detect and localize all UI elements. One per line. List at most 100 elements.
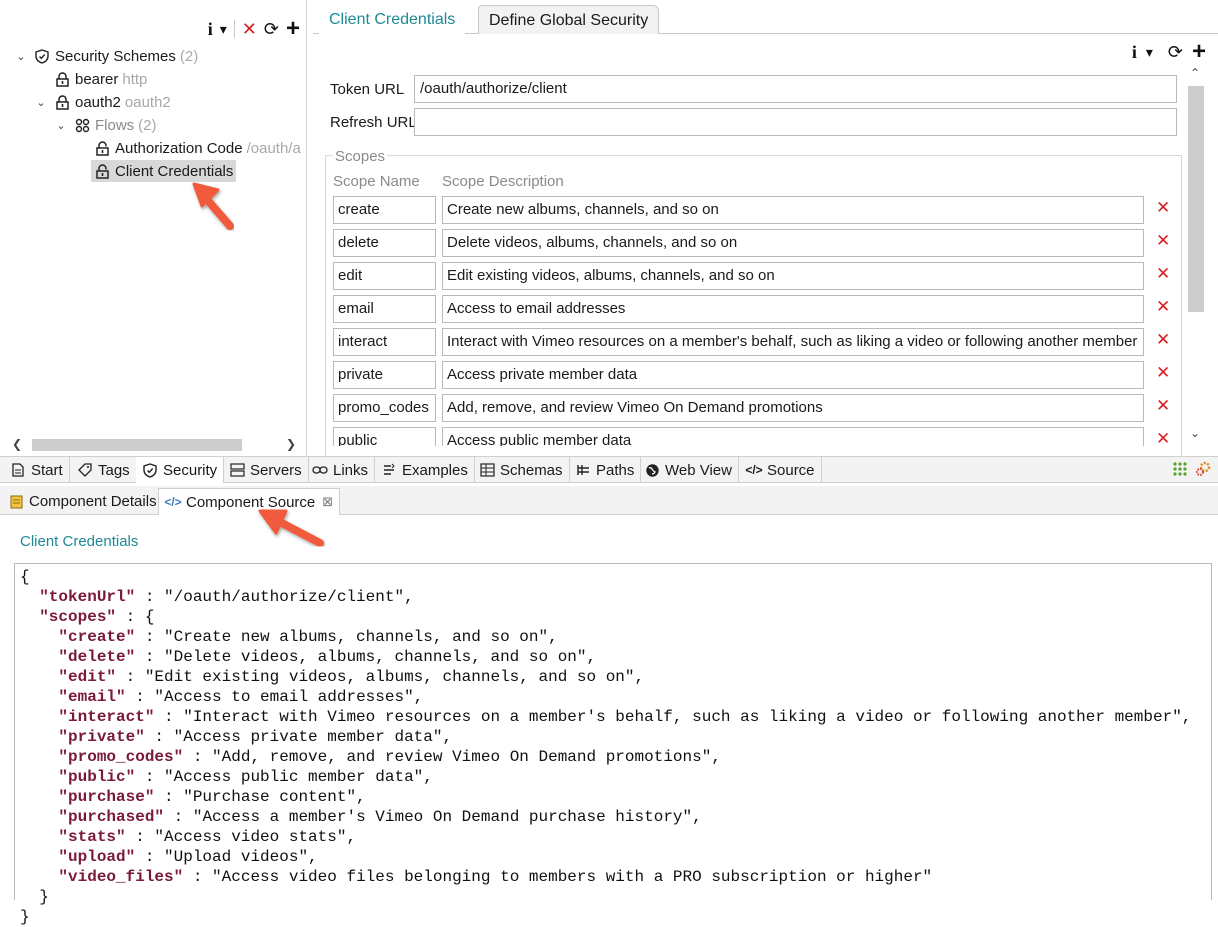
code-icon: </> (745, 463, 763, 477)
view-tab-strip: Component Details </> Component Source ⊠ (0, 486, 1218, 515)
shield-icon (34, 48, 50, 64)
json-key: "create" (58, 628, 136, 646)
shield-icon (142, 462, 158, 478)
paths-icon (575, 462, 591, 478)
tree-item-bearer[interactable]: bearer http (54, 68, 147, 90)
scope-description-input[interactable]: Access to email addresses (442, 295, 1144, 323)
scope-name-input[interactable]: interact (333, 328, 436, 356)
link-icon (312, 462, 328, 478)
tab-component-details[interactable]: Component Details (2, 488, 163, 515)
tree-item-flows[interactable]: ⌄ Flows (2) (54, 114, 156, 136)
document-icon (10, 462, 26, 478)
add-icon[interactable]: + (1192, 40, 1206, 64)
scope-description-input[interactable]: Edit existing videos, albums, channels, … (442, 262, 1144, 290)
tree-item-type: oauth2 (124, 93, 171, 111)
tab-label: Source (767, 461, 815, 479)
scrollbar-thumb[interactable] (1188, 86, 1204, 312)
json-key: "public" (58, 768, 136, 786)
delete-scope-icon[interactable]: ✕ (1156, 198, 1170, 218)
delete-scope-icon[interactable]: ✕ (1156, 429, 1170, 446)
grid-view-icon[interactable] (1172, 461, 1190, 479)
json-key: "upload" (58, 848, 136, 866)
tree-horizontal-scrollbar[interactable]: ❮ ❯ (10, 436, 300, 454)
expand-chevron-icon[interactable]: ⌄ (34, 96, 48, 109)
scroll-right-icon[interactable]: ❯ (286, 437, 296, 451)
unlock-icon (94, 140, 110, 156)
delete-scope-icon[interactable]: ✕ (1156, 330, 1170, 350)
scroll-left-icon[interactable]: ❮ (12, 437, 22, 451)
delete-scope-icon[interactable]: ✕ (1156, 396, 1170, 416)
scope-name-input[interactable]: private (333, 361, 436, 389)
delete-scope-icon[interactable]: ✕ (1156, 297, 1170, 317)
expand-chevron-icon[interactable]: ⌄ (54, 119, 68, 132)
json-key: "video_files" (58, 868, 184, 886)
scope-description-input[interactable]: Delete videos, albums, channels, and so … (442, 229, 1144, 257)
close-tab-icon[interactable]: ⊠ (322, 494, 333, 510)
tab-source[interactable]: </> Source (740, 457, 822, 483)
tab-tags[interactable]: Tags (71, 457, 137, 483)
scope-name-input[interactable]: promo_codes (333, 394, 436, 422)
json-source-code[interactable]: { "tokenUrl" : "/oauth/authorize/client"… (20, 567, 1191, 927)
delete-scope-icon[interactable]: ✕ (1156, 264, 1170, 284)
tree-item-type: http (122, 70, 148, 88)
tree-item-label: Flows (95, 116, 135, 134)
expand-chevron-icon[interactable]: ⌄ (14, 50, 28, 63)
tree-item-security-schemes[interactable]: ⌄ Security Schemes (2) (14, 45, 198, 67)
tab-links[interactable]: Links (306, 457, 376, 483)
add-icon[interactable]: + (286, 17, 300, 41)
scope-description-input[interactable]: Access public member data (442, 427, 1144, 446)
tab-web-view[interactable]: Web View (638, 457, 739, 483)
tab-label: Links (333, 461, 369, 479)
details-icon (8, 494, 24, 510)
tree-item-client-credentials[interactable]: Client Credentials (91, 160, 237, 182)
scope-name-input[interactable]: create (333, 196, 436, 224)
scrollbar-thumb[interactable] (32, 439, 242, 451)
tab-servers[interactable]: Servers (223, 457, 309, 483)
tag-icon (77, 462, 93, 478)
tab-label: Schemas (500, 461, 563, 479)
scope-name-input[interactable]: delete (333, 229, 436, 257)
tree-item-label: Security Schemes (55, 47, 176, 65)
tree-item-oauth2[interactable]: ⌄ oauth2 oauth2 (34, 91, 171, 113)
scope-description-input[interactable]: Add, remove, and review Vimeo On Demand … (442, 394, 1144, 422)
tab-label: Paths (596, 461, 635, 479)
scopes-clip: create Create new albums, channels, and … (313, 0, 1183, 446)
tab-start[interactable]: Start (4, 457, 70, 483)
scope-description-input[interactable]: Create new albums, channels, and so on (442, 196, 1144, 224)
json-key: "private" (58, 728, 145, 746)
scope-name-input[interactable]: public (333, 427, 436, 446)
scope-description-input[interactable]: Access private member data (442, 361, 1144, 389)
tab-component-source[interactable]: </> Component Source ⊠ (158, 488, 341, 515)
delete-icon[interactable]: ✕ (242, 20, 257, 38)
scroll-down-icon[interactable]: ⌄ (1190, 426, 1200, 440)
delete-scope-icon[interactable]: ✕ (1156, 231, 1170, 251)
tab-security[interactable]: Security (136, 457, 225, 483)
tab-examples[interactable]: Examples (375, 457, 475, 483)
tab-paths[interactable]: Paths (569, 457, 642, 483)
delete-scope-icon[interactable]: ✕ (1156, 363, 1170, 383)
settings-gear-icon[interactable] (1195, 460, 1213, 478)
json-key: "purchased" (58, 808, 165, 826)
lock-icon (54, 71, 70, 87)
code-icon: </> (164, 495, 182, 509)
examples-icon (381, 462, 397, 478)
tab-label: Servers (250, 461, 302, 479)
json-key: "email" (58, 688, 126, 706)
scope-description-input[interactable]: Interact with Vimeo resources on a membe… (442, 328, 1144, 356)
tab-schemas[interactable]: Schemas (473, 457, 570, 483)
scope-name-input[interactable]: edit (333, 262, 436, 290)
tree-item-label: Authorization Code (115, 139, 243, 157)
tree-item-authorization-code[interactable]: Authorization Code /oauth/a (94, 137, 304, 159)
refresh-icon[interactable]: ⟳ (264, 20, 279, 38)
dropdown-icon[interactable]: ▾ (220, 22, 227, 36)
scroll-up-icon[interactable]: ⌃ (1190, 66, 1200, 80)
editor-vertical-scrollbar[interactable]: ⌃ ⌄ (1186, 66, 1205, 444)
source-title: Client Credentials (20, 533, 139, 550)
tree-item-label: Client Credentials (115, 162, 234, 180)
json-key: "purchase" (58, 788, 155, 806)
tab-label: Component Source (186, 493, 316, 511)
info-icon[interactable]: i (208, 20, 213, 38)
json-source-viewer[interactable]: { "tokenUrl" : "/oauth/authorize/client"… (14, 563, 1212, 926)
scope-name-input[interactable]: email (333, 295, 436, 323)
json-key: "edit" (58, 668, 117, 686)
